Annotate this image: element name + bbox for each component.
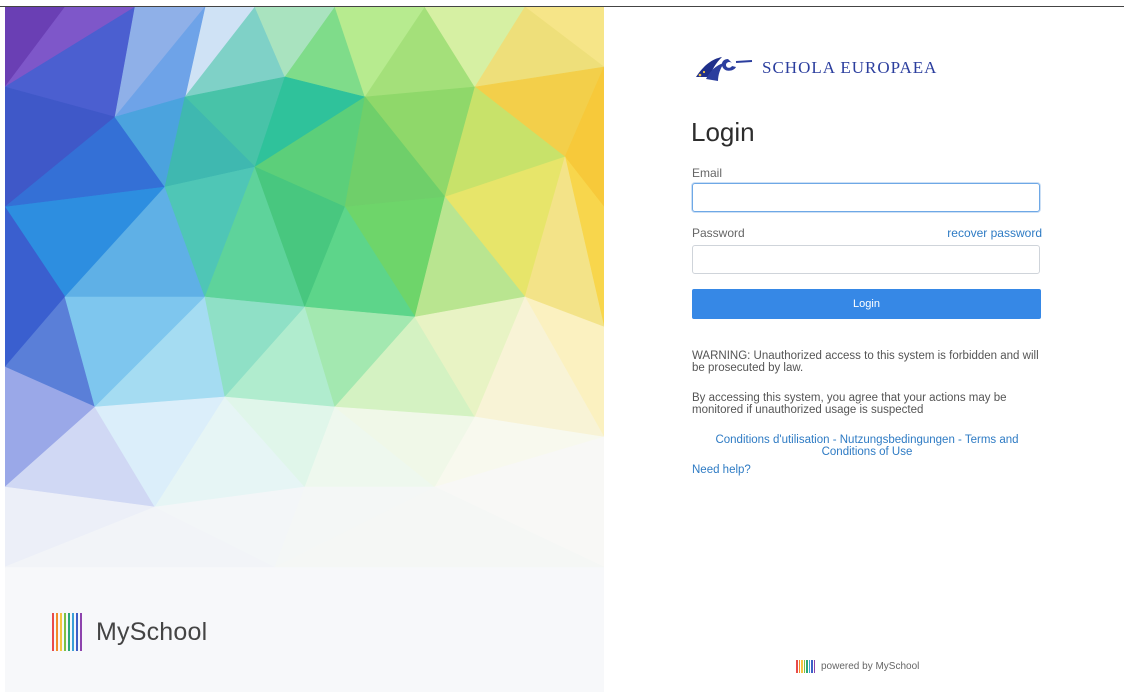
myschool-logo-icon: [52, 613, 82, 651]
monitoring-notice: By accessing this system, you agree that…: [692, 392, 1007, 416]
login-button[interactable]: Login: [692, 289, 1041, 319]
powered-by-footer: powered by MySchool: [796, 660, 919, 673]
logo-bar: [806, 660, 808, 673]
low-poly-background: [5, 7, 604, 568]
password-field[interactable]: [692, 245, 1040, 274]
myschool-small-logo-icon: [796, 660, 815, 673]
help-link[interactable]: Need help?: [692, 464, 751, 476]
logo-bar: [72, 613, 74, 651]
logo-bar: [808, 660, 810, 673]
logo-bar: [813, 660, 815, 673]
brand-name: MySchool: [96, 617, 208, 646]
email-field[interactable]: [692, 183, 1040, 212]
powered-by-text: powered by MySchool: [821, 661, 920, 672]
logo-bar: [803, 660, 805, 673]
recover-password-link[interactable]: recover password: [944, 226, 1042, 240]
terms-link[interactable]: Conditions d'utilisation - Nutzungsbedin…: [692, 434, 1042, 458]
myschool-brand: MySchool: [52, 613, 207, 651]
schola-europaea-emblem-icon: [696, 57, 753, 81]
warning-notice: WARNING: Unauthorized access to this sys…: [692, 350, 1039, 374]
school-logo: SCHOLA EUROPAEA: [692, 53, 937, 83]
logo-bar: [68, 613, 70, 651]
logo-bar: [64, 613, 66, 651]
email-label: Email: [692, 166, 723, 180]
password-label: Password: [692, 226, 745, 240]
logo-bar: [56, 613, 58, 651]
logo-bar: [798, 660, 800, 673]
decorative-panel: MySchool: [5, 7, 604, 692]
logo-bar: [76, 613, 78, 651]
logo-bar: [801, 660, 803, 673]
logo-bar: [80, 613, 82, 651]
login-panel: SCHOLA EUROPAEA Login Email Password rec…: [604, 7, 1124, 692]
logo-bar: [60, 613, 62, 651]
logo-text: SCHOLA EUROPAEA: [762, 58, 938, 77]
logo-bar: [52, 613, 54, 651]
logo-bar: [796, 660, 798, 673]
logo-bar: [811, 660, 813, 673]
page-title: Login: [691, 117, 755, 147]
